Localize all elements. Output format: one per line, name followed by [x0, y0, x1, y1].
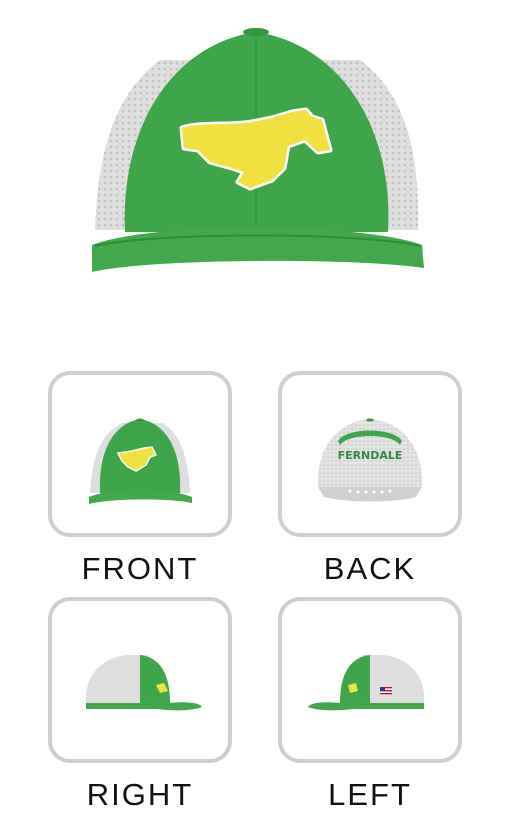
view-thumbnail-front[interactable]: [48, 371, 232, 537]
view-thumbnail-back[interactable]: FERNDALE: [278, 371, 462, 537]
view-label-back: BACK: [323, 551, 417, 586]
view-thumbnail-right[interactable]: [48, 597, 232, 763]
view-label-right: RIGHT: [86, 777, 194, 812]
back-embroidery-text: FERNDALE: [338, 449, 403, 462]
view-label-left: LEFT: [328, 777, 412, 812]
us-flag-icon: [380, 687, 392, 695]
view-thumbnail-left[interactable]: [278, 597, 462, 763]
main-product-image: [0, 0, 510, 330]
view-label-front: FRONT: [81, 551, 199, 586]
